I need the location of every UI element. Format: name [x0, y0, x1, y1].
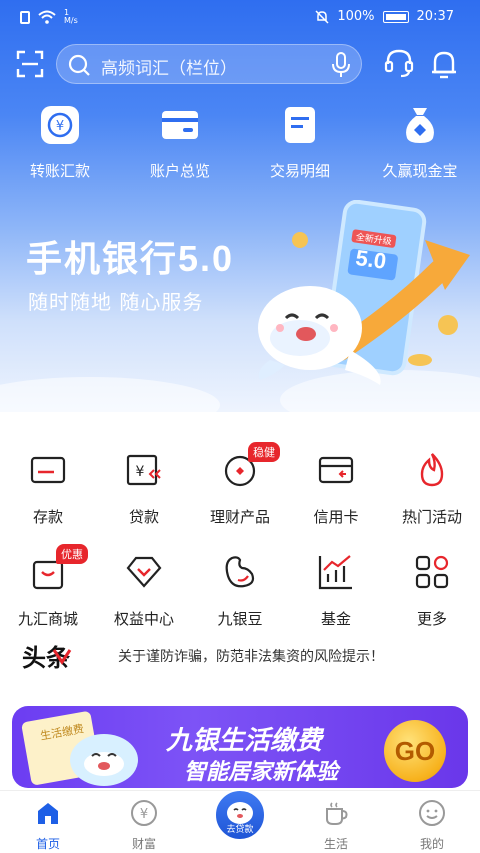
- header-area: 1 M/s 100% 20:37 高频词汇（栏位） ¥ 转账汇款 账户总览 交易…: [0, 0, 480, 412]
- wifi-icon: [38, 10, 56, 24]
- mute-icon: [315, 9, 329, 24]
- quick-action-label: 账户总览: [149, 162, 210, 180]
- bean-icon: [225, 556, 255, 588]
- search-placeholder: 高频词汇（栏位）: [101, 59, 237, 79]
- diamond-icon: [126, 556, 162, 588]
- home-icon: [38, 803, 58, 824]
- banner-title: 手机银行5.0: [26, 238, 235, 279]
- credit-card-icon: [318, 456, 354, 484]
- tab-mine[interactable]: 我的: [384, 791, 480, 853]
- mascot-icon: 去贷款: [214, 789, 266, 841]
- quick-action-label: 交易明细: [269, 162, 330, 180]
- service-label: 理财产品: [209, 508, 270, 526]
- customer-service-icon[interactable]: [384, 48, 414, 80]
- service-credit-card[interactable]: 信用卡: [288, 442, 384, 544]
- service-label: 信用卡: [313, 508, 359, 526]
- ad-banner[interactable]: 生活缴费 九银生活缴费 智能居家新体验 GO: [0, 702, 480, 792]
- headline-news[interactable]: 头条 关于谨防诈骗，防范非法集资的风险提示！: [0, 638, 480, 674]
- service-label: 热门活动: [401, 508, 462, 526]
- service-label: 更多: [416, 610, 447, 628]
- quick-action-details[interactable]: 交易明细: [240, 104, 360, 184]
- tab-life[interactable]: 生活: [288, 791, 384, 853]
- services-row: 存款 ¥ 贷款 稳健 理财产品 信用卡 热门活动: [0, 442, 480, 544]
- grid-icon: [415, 555, 449, 589]
- tab-label: 首页: [35, 837, 60, 851]
- search-input[interactable]: 高频词汇（栏位）: [56, 44, 362, 84]
- service-benefits[interactable]: 权益中心: [96, 544, 192, 646]
- money-bag-icon: [399, 104, 441, 146]
- quick-action-label: 转账汇款: [29, 162, 90, 180]
- quick-action-accounts[interactable]: 账户总览: [120, 104, 240, 184]
- ad-mascot-illustration: [21, 711, 138, 786]
- service-loan[interactable]: ¥ 贷款: [96, 442, 192, 544]
- service-label: 九银豆: [217, 610, 263, 628]
- headline-v-mark: [52, 649, 72, 665]
- tab-label: 去贷款: [226, 825, 254, 835]
- service-tag: 稳健: [248, 442, 280, 462]
- yen-icon: ¥: [131, 800, 157, 826]
- battery-icon: [382, 10, 409, 23]
- service-more[interactable]: 更多: [384, 544, 480, 646]
- tab-label: 财富: [131, 837, 156, 851]
- banner-subtitle: 随时随地 随心服务: [28, 290, 204, 314]
- search-icon: [68, 54, 90, 76]
- bell-icon[interactable]: [430, 48, 458, 80]
- tab-home[interactable]: 首页: [0, 791, 96, 853]
- service-label: 存款: [32, 508, 63, 526]
- quick-actions: ¥ 转账汇款 账户总览 交易明细 久赢现金宝: [0, 104, 480, 184]
- battery-percent: 100%: [337, 9, 375, 24]
- microphone-icon[interactable]: [331, 52, 351, 78]
- service-mall[interactable]: 优惠 九汇商城: [0, 544, 96, 646]
- headline-text: 关于谨防诈骗，防范非法集资的风险提示！: [118, 649, 384, 665]
- status-bar: 1 M/s 100% 20:37: [0, 0, 480, 34]
- service-hot-events[interactable]: 热门活动: [384, 442, 480, 544]
- document-icon: [279, 104, 321, 146]
- deposit-icon: [30, 456, 66, 484]
- svg-text:¥: ¥: [136, 464, 145, 480]
- service-deposit[interactable]: 存款: [0, 442, 96, 544]
- service-label: 权益中心: [113, 610, 174, 628]
- quick-action-transfer[interactable]: ¥ 转账汇款: [0, 104, 120, 184]
- chart-icon: [318, 555, 352, 590]
- service-wealth[interactable]: 稳健 理财产品: [192, 442, 288, 544]
- smile-icon: [419, 800, 445, 826]
- cup-icon: [326, 802, 348, 825]
- services-row: 优惠 九汇商城 权益中心 九银豆 基金 更多: [0, 544, 480, 646]
- service-label: 贷款: [128, 508, 159, 526]
- service-tag: 优惠: [56, 544, 88, 564]
- service-label: 九汇商城: [17, 610, 78, 628]
- transfer-icon: ¥: [39, 104, 81, 146]
- phone-screen: 全新升级 5.0: [340, 228, 405, 276]
- svg-text:¥: ¥: [56, 119, 64, 134]
- sim-icon: [20, 10, 30, 24]
- network-speed: 1 M/s: [64, 8, 78, 25]
- ad-title: 九银生活缴费: [166, 726, 323, 756]
- promo-banner[interactable]: 全新升级 5.0 手机银行5.0 随时随地 随心服务: [0, 200, 480, 412]
- loan-icon: ¥: [126, 454, 161, 486]
- svg-text:¥: ¥: [140, 807, 148, 822]
- scan-icon[interactable]: [16, 50, 44, 78]
- bottom-tab-bar: 首页 ¥ 财富 去贷款 生活 我的: [0, 789, 480, 853]
- service-fund[interactable]: 基金: [288, 544, 384, 646]
- service-bean[interactable]: 九银豆: [192, 544, 288, 646]
- flame-icon: [420, 453, 444, 487]
- tab-label: 我的: [419, 837, 444, 851]
- tab-label: 生活: [323, 837, 348, 851]
- services-section: 存款 ¥ 贷款 稳健 理财产品 信用卡 热门活动 优惠 九汇商城 权益中心 九银…: [0, 412, 480, 702]
- go-button[interactable]: GO: [384, 720, 446, 782]
- quick-action-cash-treasure[interactable]: 久赢现金宝: [360, 104, 480, 184]
- tab-loan[interactable]: 去贷款: [192, 789, 288, 853]
- wallet-icon: [159, 104, 201, 146]
- clock: 20:37: [416, 9, 454, 24]
- tab-wealth[interactable]: ¥ 财富: [96, 791, 192, 853]
- quick-action-label: 久赢现金宝: [382, 162, 458, 180]
- phone-version: 5.0: [354, 244, 388, 274]
- ad-subtitle: 智能居家新体验: [184, 760, 339, 785]
- service-label: 基金: [320, 610, 351, 628]
